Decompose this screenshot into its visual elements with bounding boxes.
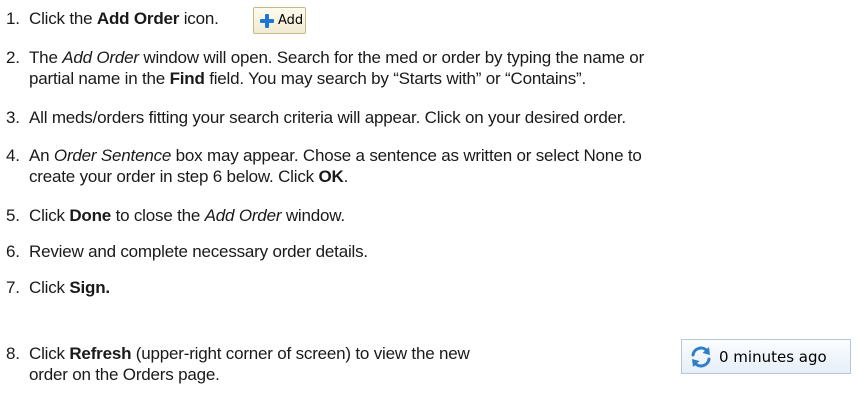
step-number: 8. xyxy=(6,344,20,363)
step-text: All meds/orders fitting your search crit… xyxy=(29,108,626,127)
step-text: An Order Sentence box may appear. Chose … xyxy=(29,145,642,187)
plus-icon xyxy=(260,13,274,28)
refresh-button[interactable]: 0 minutes ago xyxy=(681,339,851,374)
step-number: 5. xyxy=(6,206,20,225)
add-order-button[interactable]: Add xyxy=(253,7,306,34)
step-text-part: Click xyxy=(29,344,70,363)
step-number: 3. xyxy=(6,108,20,127)
step-text-part: (upper-right corner of screen) to view t… xyxy=(131,344,470,363)
step-text-part: box may appear. Chose a sentence as writ… xyxy=(171,146,642,165)
step-bold-text: Add Order xyxy=(96,9,180,28)
step-text: Click the Add Order icon. xyxy=(29,8,219,29)
step-text-part: . xyxy=(343,167,349,186)
step-text-part: window will open. Search for the med or … xyxy=(138,48,645,67)
step-text-part: to close the xyxy=(111,206,205,225)
step-text: Click Done to close the Add Order window… xyxy=(29,205,345,226)
step-text-part: Click the xyxy=(29,9,97,28)
step-italic-text: Add Order xyxy=(62,48,139,67)
step-text-part: icon. xyxy=(179,9,219,28)
refresh-icon xyxy=(691,346,711,367)
step-text-part: field. You may search by “Starts with” o… xyxy=(204,69,586,88)
step-text: Click Sign. xyxy=(29,277,110,298)
step-bold-text: Refresh xyxy=(69,344,132,363)
step-bold-text: Sign. xyxy=(69,278,110,297)
step-bold-text: Done xyxy=(69,206,112,225)
step-bold-text: OK xyxy=(318,167,344,186)
step-number: 4. xyxy=(6,146,20,165)
step-number: 2. xyxy=(6,48,20,67)
step-bold-text: Find xyxy=(169,69,205,88)
add-button-label: Add xyxy=(278,13,304,28)
step-line-2: create your order in step 6 below. Click… xyxy=(29,166,642,187)
step-text: Click Refresh (upper-right corner of scr… xyxy=(29,343,470,385)
step-text-part: window. xyxy=(281,206,345,225)
step-text-part: An xyxy=(29,146,54,165)
refresh-label: 0 minutes ago xyxy=(719,347,827,366)
step-text: Review and complete necessary order deta… xyxy=(29,242,368,261)
step-text-part: The xyxy=(29,48,63,67)
step-text-part: Click xyxy=(29,206,70,225)
step-italic-text: Order Sentence xyxy=(53,146,172,165)
step-italic-text: Add Order xyxy=(204,206,282,225)
step-number: 6. xyxy=(6,242,20,261)
step-text-part: create your order in step 6 below. Click xyxy=(29,167,319,186)
step-text-part: Click xyxy=(29,278,70,297)
step-number: 1. xyxy=(6,9,20,28)
step-number: 7. xyxy=(6,278,20,297)
step-text: The Add Order window will open. Search f… xyxy=(29,47,644,89)
step-line-2: partial name in the Find field. You may … xyxy=(29,68,644,89)
step-text-part: partial name in the xyxy=(29,69,170,88)
step-line-2: order on the Orders page. xyxy=(29,365,220,384)
